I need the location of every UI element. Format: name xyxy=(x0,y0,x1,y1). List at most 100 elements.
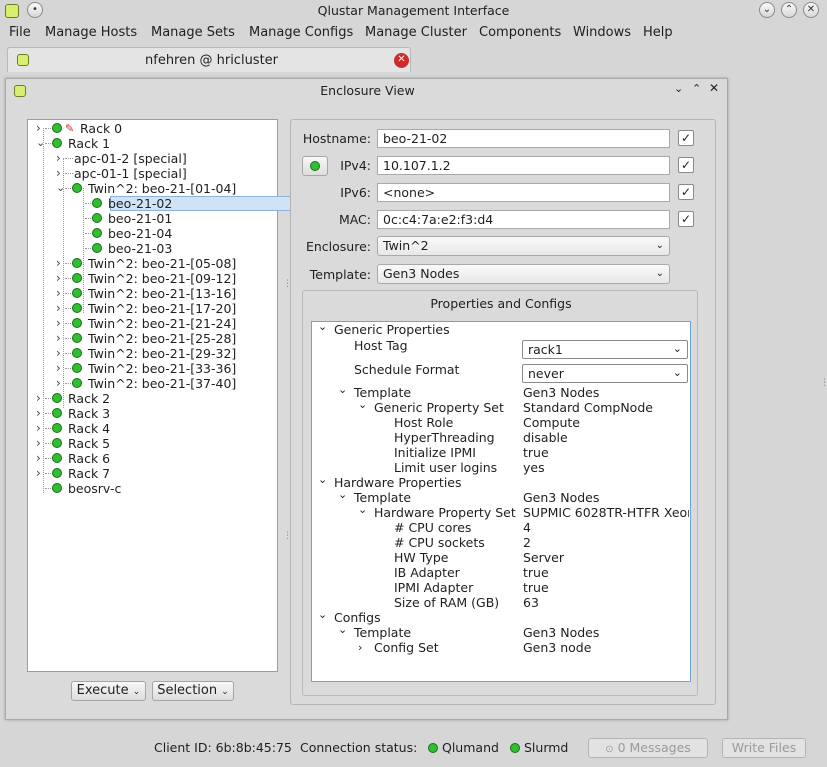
status-dot-icon xyxy=(52,468,62,478)
status-dot-icon xyxy=(92,198,102,208)
expand-arrow-icon[interactable]: › xyxy=(56,346,61,360)
expand-arrow-icon[interactable]: › xyxy=(358,640,362,655)
messages-button[interactable]: ⊙ 0 Messages xyxy=(588,738,708,758)
window-minimize-icon[interactable]: ⌄ xyxy=(674,82,683,95)
template-select[interactable]: Gen3 Nodes ⌄ xyxy=(377,264,670,284)
menu-manage-hosts[interactable]: Manage Hosts xyxy=(45,25,137,40)
expand-arrow-icon[interactable]: › xyxy=(36,121,41,135)
collapse-arrow-icon[interactable]: ⌄ xyxy=(318,319,327,334)
qlumand-status-icon xyxy=(428,743,438,753)
selection-button[interactable]: Selection ⌄ xyxy=(152,681,234,701)
collapse-arrow-icon[interactable]: ⌄ xyxy=(338,487,347,502)
expand-arrow-icon[interactable]: › xyxy=(56,151,61,165)
mac-checkbox[interactable]: ✓ xyxy=(678,211,694,227)
expand-arrow-icon[interactable]: › xyxy=(56,286,61,300)
property-value-select[interactable]: rack1 ⌄ xyxy=(522,340,688,359)
write-files-button[interactable]: Write Files xyxy=(722,738,806,758)
property-key: Generic Property Set xyxy=(374,400,504,415)
dock-splitter-handle[interactable]: ⋮ xyxy=(820,378,827,388)
expand-arrow-icon[interactable]: › xyxy=(56,166,61,180)
status-dot-icon xyxy=(72,273,82,283)
chevron-down-icon: ⌄ xyxy=(655,240,664,251)
expand-arrow-icon[interactable]: › xyxy=(36,466,41,480)
status-dot-icon xyxy=(52,138,62,148)
property-value: true xyxy=(523,445,549,460)
tree-row-label: Twin^2: beo-21-[33-36] xyxy=(88,361,237,376)
minimize-icon[interactable]: ⌄ xyxy=(759,2,775,18)
expand-arrow-icon[interactable]: › xyxy=(36,436,41,450)
expand-arrow-icon[interactable]: › xyxy=(56,256,61,270)
menu-help[interactable]: Help xyxy=(643,25,673,40)
tree-row-label: Rack 0 xyxy=(80,121,123,136)
ipv6-field[interactable]: <none> xyxy=(377,183,670,202)
tree-row-label: Rack 6 xyxy=(68,451,111,466)
enclosure-select[interactable]: Twin^2 ⌄ xyxy=(377,236,670,256)
menu-manage-sets[interactable]: Manage Sets xyxy=(151,25,235,40)
close-tab-icon[interactable]: ✕ xyxy=(394,53,409,68)
host-tree[interactable]: › ✎ Rack 0 ⌄ Rack 1 › apc-01-2 [special] › apc-0… xyxy=(27,119,300,672)
tree-connector xyxy=(65,158,73,159)
close-icon[interactable]: ✕ xyxy=(803,2,819,18)
tree-row-label: Rack 7 xyxy=(68,466,111,481)
ipv6-checkbox[interactable]: ✓ xyxy=(678,184,694,200)
messages-label: 0 Messages xyxy=(617,740,691,755)
template-value: Gen3 Nodes xyxy=(383,266,460,281)
maximize-icon[interactable]: ⌃ xyxy=(781,2,797,18)
expand-arrow-icon[interactable]: › xyxy=(36,421,41,435)
execute-button[interactable]: Execute ⌄ xyxy=(71,681,146,701)
chevron-down-icon: ⌄ xyxy=(655,268,664,279)
tree-row-label: Twin^2: beo-21-[29-32] xyxy=(88,346,237,361)
property-key: Hardware Property Set xyxy=(374,505,516,520)
menu-components[interactable]: Components xyxy=(479,25,561,40)
property-key: Schedule Format xyxy=(354,362,460,377)
collapse-arrow-icon[interactable]: ⌄ xyxy=(318,607,327,622)
hostname-checkbox[interactable]: ✓ xyxy=(678,130,694,146)
mac-field[interactable]: 0c:c4:7a:e2:f3:d4 xyxy=(377,210,670,229)
tree-connector xyxy=(43,128,44,493)
property-value: Gen3 node xyxy=(523,640,592,655)
expand-arrow-icon[interactable]: › xyxy=(56,316,61,330)
property-value-select[interactable]: never ⌄ xyxy=(522,364,688,383)
menu-manage-cluster[interactable]: Manage Cluster xyxy=(365,25,467,40)
collapse-arrow-icon[interactable]: ⌄ xyxy=(318,472,327,487)
menu-manage-configs[interactable]: Manage Configs xyxy=(249,25,353,40)
expand-arrow-icon[interactable]: › xyxy=(56,376,61,390)
session-tab[interactable]: nfehren @ hricluster ✕ xyxy=(7,47,411,72)
property-key: # CPU cores xyxy=(394,520,472,535)
status-dot-icon xyxy=(72,363,82,373)
collapse-arrow-icon[interactable]: ⌄ xyxy=(338,622,347,637)
status-dot-icon xyxy=(52,453,62,463)
properties-group: Properties and Configs ⌄ Generic Properti… xyxy=(302,290,698,696)
status-dot-icon xyxy=(52,483,62,493)
menu-file[interactable]: File xyxy=(9,25,31,40)
tree-row-label: beo-21-03 xyxy=(108,241,173,256)
hostname-field[interactable]: beo-21-02 xyxy=(377,129,670,148)
expand-arrow-icon[interactable]: › xyxy=(36,451,41,465)
expand-arrow-icon[interactable]: › xyxy=(56,361,61,375)
expand-arrow-icon[interactable]: › xyxy=(36,406,41,420)
window-title: Enclosure View xyxy=(320,83,415,98)
tree-row-label: Twin^2: beo-21-[21-24] xyxy=(88,316,237,331)
expand-arrow-icon[interactable]: › xyxy=(36,391,41,405)
properties-tree[interactable]: ⌄ Generic Properties Host Tag rack1 ⌄ Schedul… xyxy=(311,319,691,682)
expand-arrow-icon[interactable]: › xyxy=(56,301,61,315)
expand-arrow-icon[interactable]: › xyxy=(56,271,61,285)
collapse-arrow-icon[interactable]: ⌄ xyxy=(358,502,367,517)
tree-row-label: beo-21-02 xyxy=(108,196,173,211)
expand-arrow-icon[interactable]: › xyxy=(56,331,61,345)
property-value: never xyxy=(528,366,564,381)
window-close-icon[interactable]: ✕ xyxy=(709,81,719,95)
tree-row-label: beo-21-04 xyxy=(108,226,173,241)
collapse-arrow-icon[interactable]: ⌄ xyxy=(358,397,367,412)
status-dot-icon xyxy=(52,408,62,418)
ipv4-checkbox[interactable]: ✓ xyxy=(678,157,694,173)
window-maximize-icon[interactable]: ⌃ xyxy=(692,82,701,95)
property-value: rack1 xyxy=(528,342,563,357)
tree-row-label: Rack 1 xyxy=(68,136,111,151)
collapse-arrow-icon[interactable]: ⌄ xyxy=(338,382,347,397)
ipv4-field[interactable]: 10.107.1.2 xyxy=(377,156,670,175)
menu-windows[interactable]: Windows xyxy=(573,25,631,40)
mac-label: MAC: xyxy=(338,212,371,227)
property-key: HW Type xyxy=(394,550,449,565)
tree-row-label: Twin^2: beo-21-[05-08] xyxy=(88,256,237,271)
